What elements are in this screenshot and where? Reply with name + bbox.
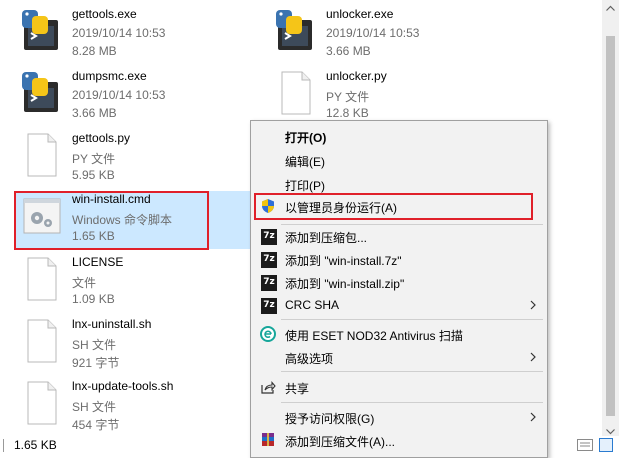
- file-name: lnx-update-tools.sh: [72, 379, 174, 393]
- menu-item-add-to-zip[interactable]: 7z 添加到 "win-install.zip": [251, 271, 547, 293]
- 7zip-icon: 7z: [261, 229, 277, 245]
- file-name: LICENSE: [72, 255, 124, 269]
- file-size: 3.66 MB: [326, 44, 371, 58]
- menu-item-add-to-7z[interactable]: 7z 添加到 "win-install.7z": [251, 248, 547, 270]
- scrollbar-thumb[interactable]: [606, 36, 615, 416]
- file-size: 921 字节: [72, 356, 120, 370]
- menu-item-add-to-archive[interactable]: 7z 添加到压缩包...: [251, 225, 547, 247]
- file-name: gettools.py: [72, 131, 131, 145]
- file-date: 2019/10/14 10:53: [72, 26, 166, 40]
- python-exe-icon: [22, 10, 58, 50]
- winrar-icon: [262, 433, 274, 446]
- file-dumpsmc-exe[interactable]: dumpsmc.exe 2019/10/14 10:53 3.66 MB: [20, 68, 220, 126]
- file-name: unlocker.exe: [326, 7, 394, 21]
- file-lnx-uninstall-sh[interactable]: lnx-uninstall.sh SH 文件 921 字节: [20, 316, 220, 374]
- file-name: lnx-uninstall.sh: [72, 317, 152, 331]
- menu-item-advanced[interactable]: 高级选项: [251, 346, 547, 368]
- menu-item-share[interactable]: 共享: [251, 376, 547, 398]
- file-type: PY 文件: [326, 90, 370, 104]
- menu-item-label: 添加到压缩包...: [285, 231, 368, 245]
- menu-item-open[interactable]: 打开(O): [251, 125, 547, 147]
- file-name: unlocker.py: [326, 69, 387, 83]
- menu-separator: [281, 371, 543, 372]
- 7zip-icon: 7z: [261, 298, 277, 314]
- highlight-box-file: [14, 191, 209, 250]
- file-size: 8.28 MB: [72, 44, 117, 58]
- file-license[interactable]: LICENSE 文件 1.09 KB: [20, 254, 220, 312]
- submenu-arrow-icon: [530, 300, 536, 310]
- file-type: SH 文件: [72, 338, 117, 352]
- large-icons-view-icon[interactable]: [599, 438, 613, 452]
- file-size: 3.66 MB: [72, 106, 117, 120]
- details-view-icon[interactable]: [577, 439, 593, 451]
- menu-item-label: 共享: [285, 382, 310, 396]
- file-date: 2019/10/14 10:53: [72, 88, 166, 102]
- file-lnx-update-tools-sh[interactable]: lnx-update-tools.sh SH 文件 454 字节: [20, 378, 220, 436]
- file-type: 文件: [72, 276, 97, 290]
- blank-file-icon: [27, 133, 57, 177]
- file-type: SH 文件: [72, 400, 117, 414]
- file-unlocker-py[interactable]: unlocker.py PY 文件 12.8 KB: [274, 68, 474, 126]
- blank-file-icon: [27, 319, 57, 363]
- menu-item-label: 打印(P): [285, 179, 325, 193]
- file-gettools-exe[interactable]: gettools.exe 2019/10/14 10:53 8.28 MB: [20, 6, 220, 64]
- 7zip-icon: 7z: [261, 252, 277, 268]
- file-name: dumpsmc.exe: [72, 69, 147, 83]
- submenu-arrow-icon: [530, 412, 536, 422]
- blank-file-icon: [27, 257, 57, 301]
- file-size: 12.8 KB: [326, 106, 369, 120]
- share-icon: [261, 381, 276, 394]
- status-selection-size: 1.65 KB: [14, 438, 57, 452]
- menu-item-print[interactable]: 打印(P): [251, 173, 547, 195]
- eset-icon: [260, 326, 276, 342]
- menu-item-label: CRC SHA: [285, 298, 340, 312]
- file-gettools-py[interactable]: gettools.py PY 文件 5.95 KB: [20, 130, 220, 188]
- file-size: 454 字节: [72, 418, 120, 432]
- menu-item-label: 授予访问权限(G): [285, 412, 375, 426]
- menu-item-label: 使用 ESET NOD32 Antivirus 扫描: [285, 329, 463, 343]
- python-exe-icon: [276, 10, 312, 50]
- menu-item-label: 添加到压缩文件(A)...: [285, 435, 395, 449]
- file-size: 1.09 KB: [72, 292, 115, 306]
- menu-item-label: 添加到 "win-install.7z": [285, 254, 402, 268]
- 7zip-icon: 7z: [261, 275, 277, 291]
- status-divider: [3, 439, 4, 452]
- file-size: 5.95 KB: [72, 168, 115, 182]
- file-type: PY 文件: [72, 152, 116, 166]
- menu-item-label: 打开(O): [285, 131, 327, 145]
- context-menu: 打开(O) 编辑(E) 打印(P) 以管理员身份运行(A) 7z 添加到压缩包.…: [250, 120, 548, 458]
- file-date: 2019/10/14 10:53: [326, 26, 420, 40]
- menu-item-label: 编辑(E): [285, 155, 325, 169]
- menu-item-eset-scan[interactable]: 使用 ESET NOD32 Antivirus 扫描: [251, 323, 547, 345]
- blank-file-icon: [281, 71, 311, 115]
- menu-item-label: 添加到 "win-install.zip": [285, 277, 405, 291]
- menu-separator: [281, 319, 543, 320]
- blank-file-icon: [27, 381, 57, 425]
- submenu-arrow-icon: [530, 352, 536, 362]
- vertical-scrollbar[interactable]: [602, 0, 619, 440]
- menu-item-crc-sha[interactable]: 7z CRC SHA: [251, 294, 547, 316]
- menu-item-edit[interactable]: 编辑(E): [251, 149, 547, 171]
- python-exe-icon: [22, 72, 58, 112]
- highlight-box-menu-item: [254, 193, 533, 220]
- file-name: gettools.exe: [72, 7, 137, 21]
- menu-item-add-to-rar[interactable]: 添加到压缩文件(A)...: [251, 429, 547, 451]
- menu-item-label: 高级选项: [285, 352, 334, 366]
- menu-separator: [281, 402, 543, 403]
- file-unlocker-exe[interactable]: unlocker.exe 2019/10/14 10:53 3.66 MB: [274, 6, 474, 64]
- scroll-up-arrow-icon[interactable]: [602, 0, 619, 17]
- menu-item-grant-access[interactable]: 授予访问权限(G): [251, 406, 547, 428]
